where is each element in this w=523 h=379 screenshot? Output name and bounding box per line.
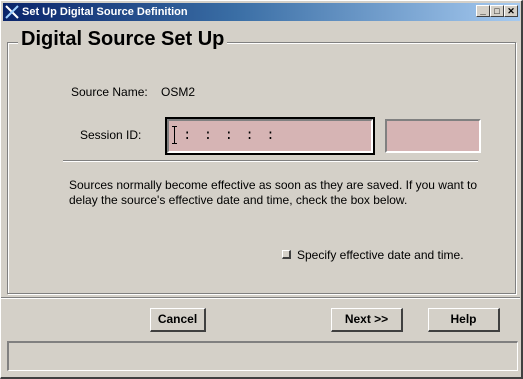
form-divider <box>63 160 478 162</box>
window-title: Set Up Digital Source Definition <box>22 6 188 18</box>
session-id-extra-field[interactable] <box>385 119 481 153</box>
session-id-value: : : : : : <box>183 128 277 144</box>
source-name-label: Source Name: <box>71 85 148 99</box>
maximize-icon: □ <box>494 6 500 16</box>
text-caret <box>172 126 177 144</box>
minimize-icon: _ <box>480 5 486 16</box>
effective-date-label[interactable]: Specify effective date and time. <box>297 248 464 262</box>
bottom-separator <box>1 297 520 299</box>
maximize-button[interactable]: □ <box>490 5 504 17</box>
title-bar[interactable]: Set Up Digital Source Definition _ □ ✕ <box>3 3 520 21</box>
group-title: Digital Source Set Up <box>18 27 228 51</box>
close-button[interactable]: ✕ <box>504 5 518 17</box>
description-text: Sources normally become effective as soo… <box>69 178 477 207</box>
app-x-icon <box>5 5 19 19</box>
session-id-label: Session ID: <box>80 128 142 142</box>
next-button[interactable]: Next >> <box>331 308 403 332</box>
session-id-field[interactable]: : : : : : <box>165 117 375 155</box>
status-bar <box>7 341 518 371</box>
effective-date-checkbox[interactable] <box>282 250 291 259</box>
close-icon: ✕ <box>507 6 515 16</box>
cancel-button[interactable]: Cancel <box>150 308 206 332</box>
app-window: Set Up Digital Source Definition _ □ ✕ D… <box>0 0 523 379</box>
minimize-button[interactable]: _ <box>476 5 490 17</box>
help-button[interactable]: Help <box>428 308 500 332</box>
source-name-value: OSM2 <box>161 85 196 99</box>
